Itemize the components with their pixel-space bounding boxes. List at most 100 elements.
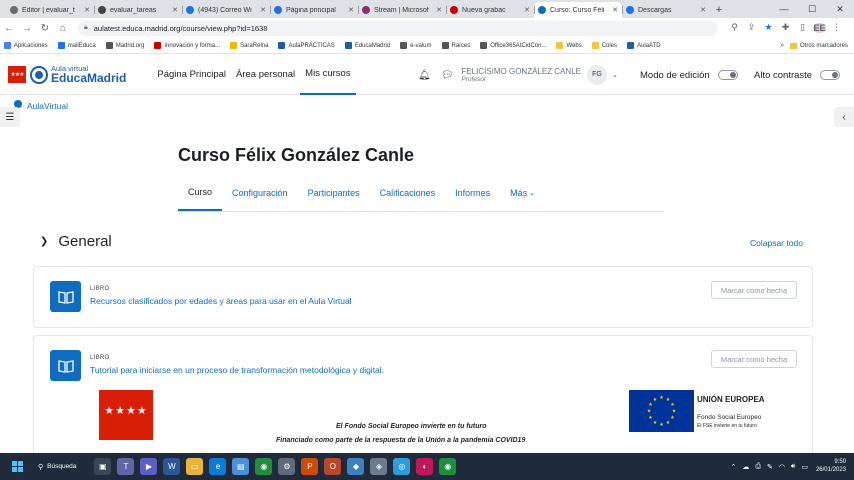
browser-tab[interactable]: evaluar_tareas ✕: [94, 2, 182, 18]
browser-tab[interactable]: (4943) Correo Wi ✕: [182, 2, 270, 18]
printer-icon[interactable]: ⎙: [755, 463, 761, 471]
bookmark-item[interactable]: AulaATD: [627, 42, 661, 49]
chevron-up-icon[interactable]: ⌃: [730, 463, 736, 471]
tab-close-icon[interactable]: ✕: [260, 6, 266, 14]
tab-close-icon[interactable]: ✕: [700, 6, 706, 14]
office-icon[interactable]: O: [324, 458, 342, 475]
browser-tab[interactable]: Stream | Microsof ✕: [358, 2, 446, 18]
url-input[interactable]: 🔒︎ aulatest.educa.madrid.org/course/view…: [78, 20, 718, 36]
bookmark-item[interactable]: Innovación y forma...: [154, 42, 220, 49]
high-contrast-switch[interactable]: [820, 70, 841, 80]
browser-tab[interactable]: Nueva grabac ✕: [446, 2, 534, 18]
taskbar-search[interactable]: ⚲ Búsqueda: [38, 463, 76, 471]
task-view-icon[interactable]: ▣: [94, 458, 112, 475]
app-icon[interactable]: ◈: [370, 458, 388, 475]
pen-icon[interactable]: ✎: [767, 463, 773, 471]
brand-logo[interactable]: ★★★ Aula virtual EducaMadrid: [8, 65, 126, 84]
activity-link[interactable]: Tutorial para iniciarse en un proceso de…: [90, 365, 384, 375]
chevron-down-icon[interactable]: ⌄: [612, 71, 618, 79]
file-explorer-icon[interactable]: ▭: [186, 458, 204, 475]
minimize-icon[interactable]: —: [770, 0, 798, 18]
course-index-drawer-icon[interactable]: ☰: [0, 107, 20, 127]
zoom-icon[interactable]: ⚲: [726, 22, 743, 34]
windows-start-icon[interactable]: [12, 460, 24, 473]
activity-link[interactable]: Recursos clasificados por edades y áreas…: [90, 296, 352, 306]
bookmarks-more-icon[interactable]: »: [780, 42, 784, 49]
reload-icon[interactable]: ↻: [36, 23, 54, 34]
collapse-chevron-icon[interactable]: ❯: [40, 236, 48, 247]
chrome-icon[interactable]: ◉: [255, 458, 273, 475]
browser-tab[interactable]: Editor | evaluar_t ✕: [6, 2, 94, 18]
bookmark-item[interactable]: Webs: [556, 42, 582, 49]
notifications-bell-icon[interactable]: 🔔︎: [418, 70, 431, 81]
bookmark-item[interactable]: e-valum: [400, 42, 432, 49]
tab-close-icon[interactable]: ✕: [172, 6, 178, 14]
course-tab[interactable]: Participantes: [298, 175, 370, 211]
browser-tab[interactable]: Descargas ✕: [622, 2, 710, 18]
browser-menu-icon[interactable]: ⋮: [828, 22, 845, 34]
volume-icon[interactable]: 🔊︎: [791, 463, 795, 471]
maximize-icon[interactable]: ☐: [798, 0, 826, 18]
user-info[interactable]: FELICÍSIMO GONZÁLEZ CANLE Profesor: [461, 67, 581, 84]
course-tab[interactable]: Más ⌄: [500, 175, 545, 211]
breadcrumb-aulavirtual[interactable]: AulaVirtual: [27, 101, 68, 111]
course-tab[interactable]: Informes: [445, 175, 500, 211]
forward-icon[interactable]: →: [18, 23, 36, 34]
browser-tab[interactable]: Curso: Curso Féli ✕: [534, 2, 622, 18]
bookmark-item[interactable]: SaraReina: [230, 42, 268, 49]
cloud-icon[interactable]: ☁: [742, 463, 749, 471]
other-bookmarks-folder[interactable]: Otros marcadores: [789, 42, 848, 49]
share-icon[interactable]: ⇪: [743, 22, 760, 34]
video-call-icon[interactable]: ▶: [140, 458, 158, 475]
course-tab[interactable]: Calificaciones: [370, 175, 446, 211]
teams-icon[interactable]: T: [117, 458, 135, 475]
chrome-icon[interactable]: ◉: [439, 458, 457, 475]
settings-gear-icon[interactable]: ⚙: [278, 458, 296, 475]
tab-close-icon[interactable]: ✕: [84, 6, 90, 14]
user-avatar[interactable]: FG: [586, 65, 607, 85]
bookmark-item[interactable]: Madrid.org: [105, 42, 144, 49]
home-icon[interactable]: ⌂: [54, 23, 72, 34]
course-tab[interactable]: Configuración: [222, 175, 298, 211]
back-icon[interactable]: ←: [0, 23, 18, 34]
block-drawer-icon[interactable]: ‹: [834, 107, 854, 127]
bookmark-item[interactable]: Office365AtCidCon...: [480, 42, 546, 49]
edit-mode-switch[interactable]: [717, 70, 738, 80]
tab-close-icon[interactable]: ✕: [436, 6, 442, 14]
section-header-general[interactable]: ❯ General: [40, 233, 112, 250]
extensions-icon[interactable]: ✚: [777, 22, 794, 34]
bookmark-item[interactable]: AulaPRÁCTICAS: [278, 42, 335, 49]
profile-avatar[interactable]: EE: [811, 22, 828, 34]
primary-nav-item[interactable]: Página Principal: [152, 55, 231, 95]
mark-done-button[interactable]: Marcar como hecha: [711, 350, 797, 368]
bookmark-item[interactable]: EducaMadrid: [344, 42, 390, 49]
tab-close-icon[interactable]: ✕: [612, 6, 618, 14]
bookmark-item[interactable]: mailEduca: [57, 42, 96, 49]
messages-icon[interactable]: 💬︎: [441, 70, 454, 81]
sidebar-icon[interactable]: ▯: [794, 22, 811, 34]
clock[interactable]: 9:50 26/01/2023: [816, 459, 846, 473]
collapse-all-link[interactable]: Colapsar todo: [750, 238, 803, 248]
wifi-icon[interactable]: ◠: [779, 463, 785, 471]
mark-done-button[interactable]: Marcar como hecha: [711, 281, 797, 299]
close-window-icon[interactable]: ✕: [826, 0, 854, 18]
course-tab[interactable]: Curso: [178, 175, 223, 211]
browser-tab[interactable]: Página principal ✕: [270, 2, 358, 18]
primary-nav-item[interactable]: Área personal: [231, 55, 300, 95]
app-icon[interactable]: ◎: [393, 458, 411, 475]
app-icon[interactable]: ◐: [416, 458, 434, 475]
new-tab-button[interactable]: +: [710, 2, 728, 18]
edge-icon[interactable]: e: [209, 458, 227, 475]
app-icon[interactable]: ◆: [347, 458, 365, 475]
bookmark-item[interactable]: Raíces: [441, 42, 470, 49]
high-contrast-toggle[interactable]: Alto contraste: [754, 55, 841, 95]
bookmark-star-icon[interactable]: ★: [760, 22, 777, 34]
tab-close-icon[interactable]: ✕: [348, 6, 354, 14]
edit-mode-toggle[interactable]: Modo de edición: [640, 55, 738, 95]
bookmark-item[interactable]: Coles: [591, 42, 617, 49]
bookmark-item[interactable]: Aplicaciones: [4, 42, 48, 49]
tab-close-icon[interactable]: ✕: [524, 6, 530, 14]
battery-icon[interactable]: ▭: [801, 463, 808, 471]
primary-nav-item[interactable]: Mis cursos: [300, 55, 356, 95]
word-icon[interactable]: W: [163, 458, 181, 475]
